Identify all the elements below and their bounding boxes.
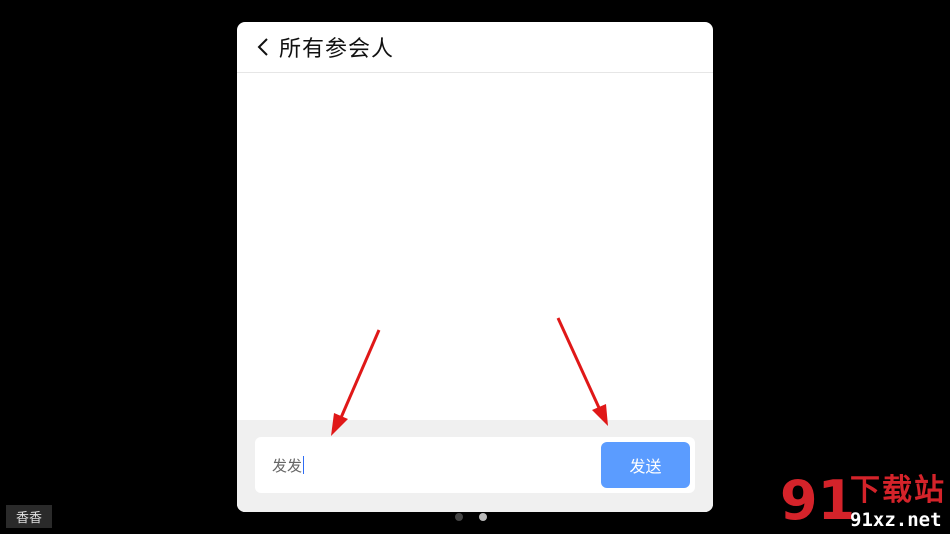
text-caret (303, 456, 305, 474)
participants-list (237, 74, 713, 420)
dialog-header: 所有参会人 (237, 22, 713, 73)
page-dot-1[interactable] (455, 513, 463, 521)
participants-dialog: 所有参会人 发发 发送 (237, 22, 713, 512)
dialog-title: 所有参会人 (279, 37, 395, 62)
message-input-value: 发发 (272, 457, 303, 475)
page-dot-2[interactable] (479, 513, 487, 521)
chevron-left-icon (257, 38, 268, 56)
message-input-box[interactable]: 发发 发送 (255, 437, 695, 493)
send-button[interactable]: 发送 (601, 442, 690, 488)
page-indicator (455, 513, 487, 521)
watermark-number: 91 (780, 469, 856, 532)
message-input[interactable]: 发发 (272, 455, 305, 476)
user-name-tag: 香香 (6, 505, 53, 528)
watermark-text: 下载站 (850, 473, 946, 508)
watermark-url: 91xz.net (850, 509, 942, 531)
back-button[interactable] (253, 35, 273, 59)
chat-input-bar: 发发 发送 (237, 420, 713, 512)
site-watermark: 91 下载站 91xz.net (780, 472, 950, 534)
